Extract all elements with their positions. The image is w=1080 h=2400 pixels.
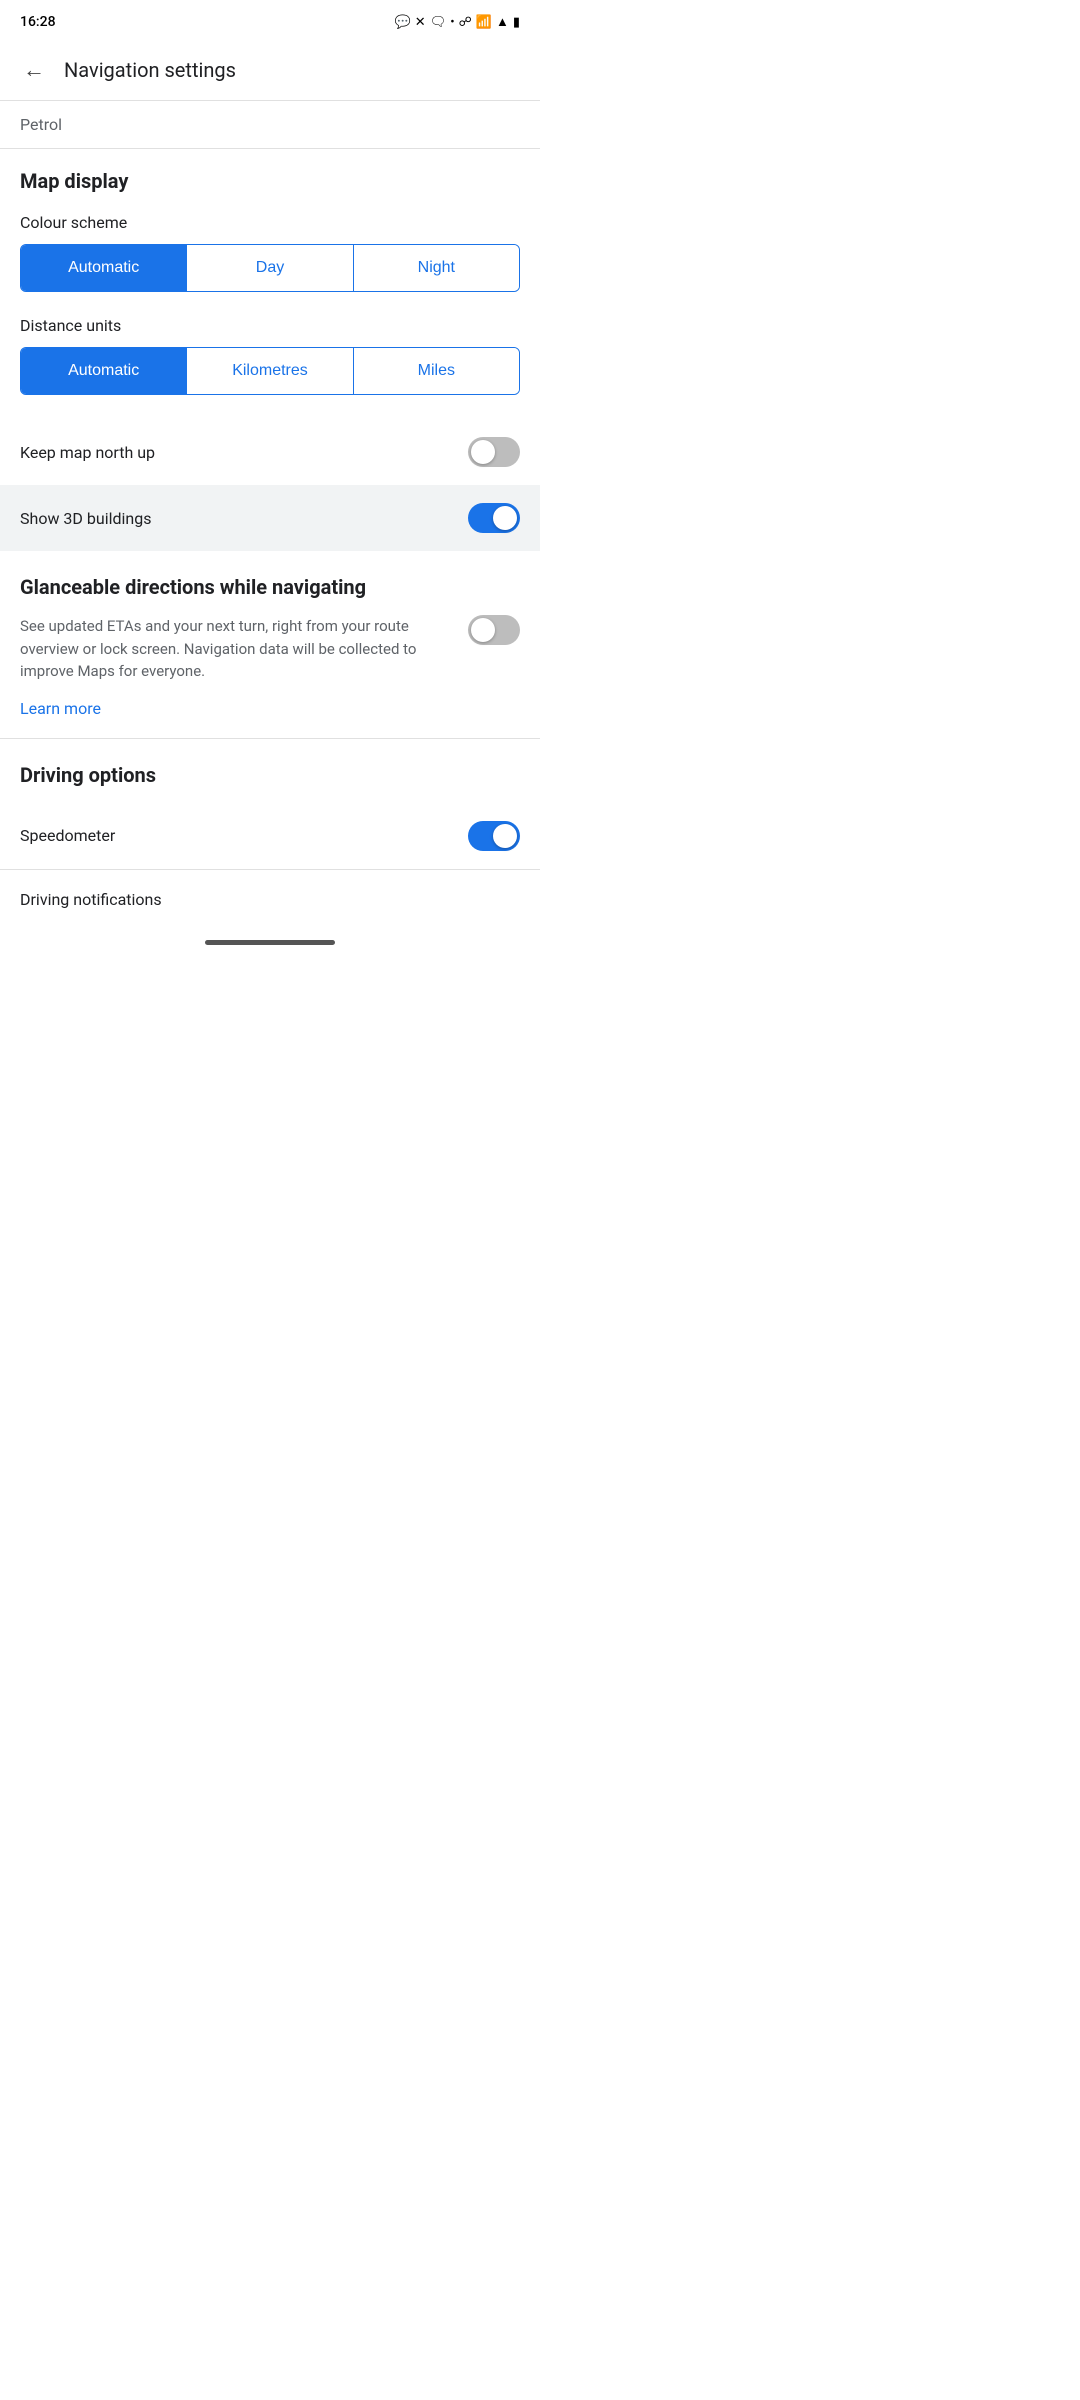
back-arrow-icon: ← (23, 57, 45, 83)
glanceable-body: See updated ETAs and your next turn, rig… (20, 615, 520, 683)
dot-icon: • (450, 15, 454, 30)
show-3d-buildings-label: Show 3D buildings (20, 509, 151, 528)
x-icon: ✕ (415, 15, 426, 30)
bottom-indicator (0, 930, 540, 951)
status-icons: 💬 ✕ 🗨 • ☍ 📶 ▲ ▮ (395, 14, 520, 30)
status-bar: 16:28 💬 ✕ 🗨 • ☍ 📶 ▲ ▮ (0, 0, 540, 40)
distance-units-label: Distance units (20, 316, 520, 335)
driving-options-title: Driving options (20, 763, 520, 787)
signal-icon: ▲ (496, 14, 509, 30)
glanceable-description: See updated ETAs and your next turn, rig… (20, 615, 452, 683)
colour-scheme-btn-group: Automatic Day Night (20, 244, 520, 292)
map-display-section: Map display Colour scheme Automatic Day … (0, 149, 540, 395)
distance-automatic-btn[interactable]: Automatic (21, 348, 186, 394)
driving-notifications-row: Driving notifications (0, 870, 540, 930)
keep-north-up-slider (468, 437, 520, 467)
colour-night-btn[interactable]: Night (353, 245, 519, 291)
speedometer-row: Speedometer (0, 803, 540, 869)
glanceable-slider (468, 615, 520, 645)
bottom-bar (205, 940, 335, 945)
keep-north-up-label: Keep map north up (20, 443, 155, 462)
status-time: 16:28 (20, 14, 56, 30)
keep-north-up-toggle[interactable] (468, 437, 520, 467)
show-3d-buildings-toggle[interactable] (468, 503, 520, 533)
battery-icon: ▮ (513, 15, 520, 30)
location-icon: ☍ (459, 15, 472, 30)
glanceable-toggle[interactable] (468, 615, 520, 645)
colour-scheme-label: Colour scheme (20, 213, 520, 232)
petrol-label: Petrol (20, 115, 62, 134)
driving-options-section: Driving options (0, 739, 540, 787)
speedometer-toggle[interactable] (468, 821, 520, 851)
speedometer-label: Speedometer (20, 826, 115, 845)
colour-day-btn[interactable]: Day (186, 245, 352, 291)
wifi-icon: 📶 (476, 15, 492, 30)
map-display-title: Map display (20, 169, 520, 193)
distance-kilometres-btn[interactable]: Kilometres (186, 348, 352, 394)
distance-miles-btn[interactable]: Miles (353, 348, 519, 394)
driving-notifications-label: Driving notifications (20, 890, 162, 909)
speedometer-slider (468, 821, 520, 851)
glanceable-section: Glanceable directions while navigating S… (0, 551, 540, 738)
show-3d-buildings-row: Show 3D buildings (0, 485, 540, 551)
page-title: Navigation settings (64, 58, 236, 82)
chat-icon: 🗨 (430, 15, 447, 30)
petrol-row: Petrol (0, 101, 540, 148)
glanceable-title: Glanceable directions while navigating (20, 575, 520, 599)
header: ← Navigation settings (0, 40, 540, 100)
whatsapp-icon: 💬 (395, 15, 411, 30)
keep-north-up-row: Keep map north up (0, 419, 540, 485)
show-3d-buildings-slider (468, 503, 520, 533)
distance-units-btn-group: Automatic Kilometres Miles (20, 347, 520, 395)
back-button[interactable]: ← (16, 52, 52, 88)
colour-automatic-btn[interactable]: Automatic (21, 245, 186, 291)
learn-more-link[interactable]: Learn more (20, 699, 101, 718)
